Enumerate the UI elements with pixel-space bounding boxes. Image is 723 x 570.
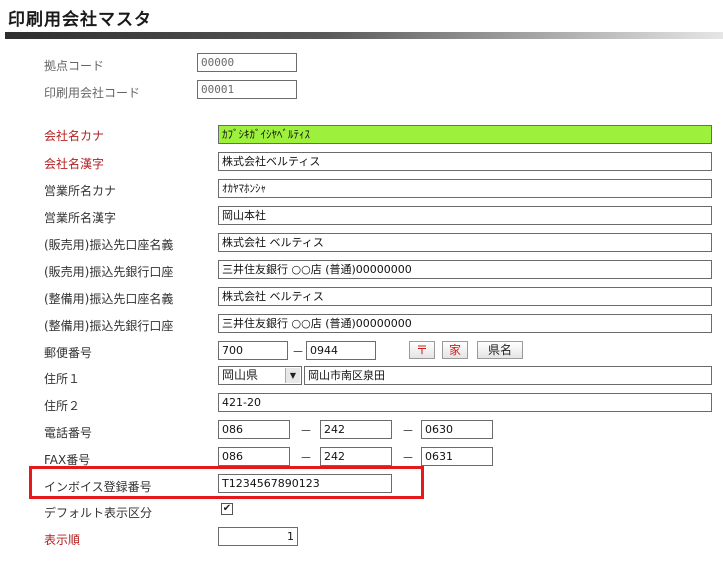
display-order-label: 表示順 [44, 533, 81, 547]
house-icon-button[interactable]: 家 [442, 341, 468, 359]
phone-part2-field[interactable]: 242 [320, 420, 392, 439]
phone-separator-1: － [300, 424, 313, 438]
postal-mark-button[interactable]: 〒 [409, 341, 435, 359]
sales-bank-field[interactable]: 三井住友銀行 ○○店 (普通)00000000 [218, 260, 712, 279]
phone-separator-2: － [402, 424, 415, 438]
office-kanji-field[interactable]: 岡山本社 [218, 206, 712, 225]
maint-account-name-field[interactable]: 株式会社 ベルティス [218, 287, 712, 306]
default-flag-label: デフォルト表示区分 [44, 506, 153, 520]
sales-bank-label: (販売用)振込先銀行口座 [44, 265, 174, 279]
phone-label: 電話番号 [44, 426, 93, 440]
company-kanji-field[interactable]: 株式会社ベルティス [218, 152, 712, 171]
company-kanji-label: 会社名漢字 [44, 157, 105, 171]
postal-label: 郵便番号 [44, 346, 93, 360]
base-code-label: 拠点コード [44, 59, 105, 73]
company-code-field[interactable]: 00001 [197, 80, 297, 99]
office-kana-label: 営業所名カナ [44, 184, 117, 198]
annotation-highlight-box [29, 466, 424, 499]
display-order-field[interactable]: 1 [218, 527, 298, 546]
fax-part1-field[interactable]: 086 [218, 447, 290, 466]
company-code-label: 印刷用会社コード [44, 86, 141, 100]
page-title: 印刷用会社マスタ [8, 10, 152, 30]
maint-bank-field[interactable]: 三井住友銀行 ○○店 (普通)00000000 [218, 314, 712, 333]
fax-separator-2: － [402, 451, 415, 465]
title-divider [5, 32, 723, 39]
fax-part3-field[interactable]: 0631 [421, 447, 493, 466]
maint-account-name-label: (整備用)振込先口座名義 [44, 292, 174, 306]
sales-account-name-field[interactable]: 株式会社 ベルティス [218, 233, 712, 252]
prefecture-select-value: 岡山県 [222, 368, 259, 382]
maint-bank-label: (整備用)振込先銀行口座 [44, 319, 174, 333]
chevron-down-icon[interactable]: ▼ [285, 368, 300, 383]
fax-part2-field[interactable]: 242 [320, 447, 392, 466]
phone-part3-field[interactable]: 0630 [421, 420, 493, 439]
postal-part1-field[interactable]: 700 [218, 341, 288, 360]
sales-account-name-label: (販売用)振込先口座名義 [44, 238, 174, 252]
postal-separator: － [292, 345, 305, 359]
default-flag-checkbox[interactable]: ✔ [221, 503, 233, 515]
prefecture-select[interactable]: 岡山県 ▼ [218, 366, 302, 385]
office-kana-field[interactable]: ｵｶﾔﾏﾎﾝｼｬ [218, 179, 712, 198]
phone-part1-field[interactable]: 086 [218, 420, 290, 439]
base-code-field[interactable]: 00000 [197, 53, 297, 72]
address1-field[interactable]: 岡山市南区泉田 [304, 366, 712, 385]
postal-part2-field[interactable]: 0944 [306, 341, 376, 360]
address2-label: 住所２ [44, 399, 81, 413]
company-kana-field[interactable]: ｶﾌﾞｼｷｶﾞｲｼﾔﾍﾞﾙﾃｨｽ [218, 125, 712, 144]
address2-field[interactable]: 421-20 [218, 393, 712, 412]
fax-separator-1: － [300, 451, 313, 465]
prefecture-name-button[interactable]: 県名 [477, 341, 523, 359]
company-kana-label: 会社名カナ [44, 129, 105, 143]
office-kanji-label: 営業所名漢字 [44, 211, 117, 225]
address1-label: 住所１ [44, 372, 81, 386]
